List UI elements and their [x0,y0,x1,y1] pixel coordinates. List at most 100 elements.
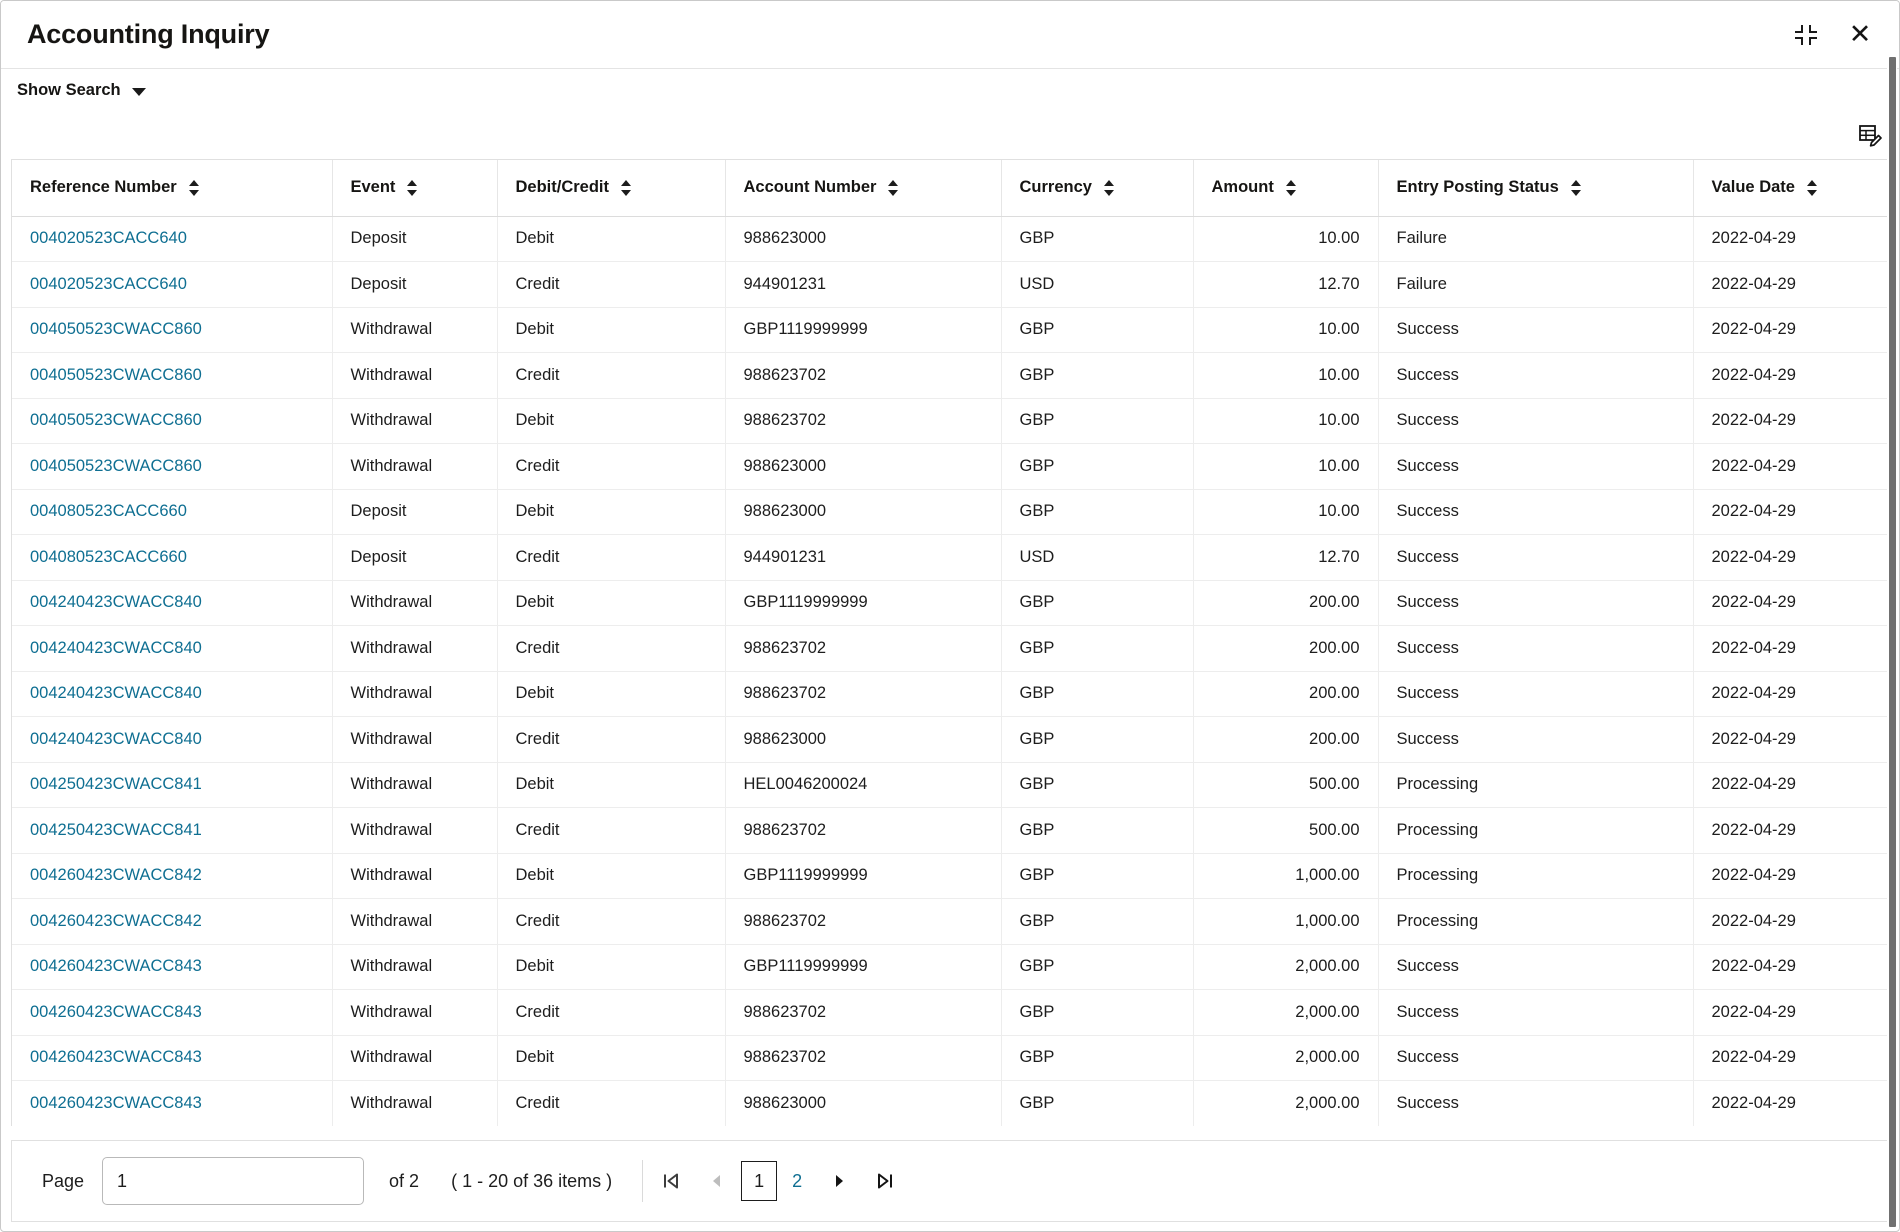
table-row: 004260423CWACC843 Withdrawal Debit 98862370… [12,1035,1890,1081]
cell-debit_credit: Credit [497,807,726,854]
cell-currency: GBP [1001,580,1194,626]
search-toggle-bar: Show Search [1,69,1899,111]
reference-number-link[interactable]: 004050523CWACC860 [30,457,202,475]
cell-event: Withdrawal [332,443,498,490]
table-row: 004050523CWACC860 Withdrawal Credit 9886237… [12,352,1890,399]
column-header-value_date[interactable]: Value Date [1693,160,1890,217]
reference-number-link[interactable]: 004050523CWACC860 [30,320,202,338]
reference-number-link[interactable]: 004260423CWACC843 [30,1048,202,1066]
cell-event: Withdrawal [332,898,498,945]
vertical-scrollbar-thumb[interactable] [1889,57,1896,1227]
sort-toggle-icon[interactable] [1806,179,1818,197]
reference-number-link[interactable]: 004260423CWACC842 [30,912,202,930]
column-header-debit_credit[interactable]: Debit/Credit [497,160,726,217]
cell-event: Withdrawal [332,625,498,672]
cell-debit_credit: Credit [497,261,726,308]
reference-number-link[interactable]: 004250423CWACC841 [30,821,202,839]
cell-currency: GBP [1001,443,1194,490]
cell-amount: 10.00 [1193,443,1379,490]
cell-account_number: 988623000 [725,716,1002,763]
cell-currency: GBP [1001,762,1194,808]
sort-toggle-icon[interactable] [1570,179,1582,197]
close-button[interactable]: ✕ [1843,18,1877,52]
cell-account_number: 944901231 [725,261,1002,308]
collapse-button[interactable] [1789,18,1823,52]
reference-number-link[interactable]: 004020523CACC640 [30,229,187,247]
cell-account_number: 988623702 [725,398,1002,444]
cell-value_date: 2022-04-29 [1693,853,1890,899]
sort-toggle-icon[interactable] [888,179,899,197]
reference-number-link[interactable]: 004240423CWACC840 [30,593,202,611]
reference-number-link[interactable]: 004240423CWACC840 [30,639,202,657]
page-number-2[interactable]: 2 [779,1161,815,1201]
cell-entry_posting_status: Processing [1378,853,1694,899]
cell-account_number: GBP1119999999 [725,580,1002,626]
table-row: 004080523CACC660 Deposit Debit 988623000 GBP… [12,489,1890,535]
reference-number-link[interactable]: 004020523CACC640 [30,275,187,293]
cell-event: Withdrawal [332,398,498,444]
column-header-label: Value Date [1711,178,1795,197]
cell-event: Deposit [332,534,498,581]
cell-reference_number: 004050523CWACC860 [12,398,333,444]
sort-toggle-icon[interactable] [188,179,200,197]
close-icon: ✕ [1848,19,1872,49]
sort-toggle-icon[interactable] [1285,179,1297,197]
page-input[interactable] [102,1157,365,1205]
cell-reference_number: 004240423CWACC840 [12,716,333,763]
show-search-toggle[interactable]: Show Search [11,77,152,104]
next-page-button[interactable] [817,1159,861,1203]
reference-number-link[interactable]: 004080523CACC660 [30,548,187,566]
reference-number-link[interactable]: 004260423CWACC843 [30,1094,202,1112]
cell-event: Withdrawal [332,853,498,899]
cell-debit_credit: Credit [497,352,726,399]
sort-toggle-icon[interactable] [1103,179,1115,197]
first-page-button[interactable] [649,1159,693,1203]
cell-amount: 12.70 [1193,261,1379,308]
table-row: 004240423CWACC840 Withdrawal Debit 98862370… [12,671,1890,717]
column-header-currency[interactable]: Currency [1001,160,1194,217]
column-header-event[interactable]: Event [332,160,498,217]
reference-number-link[interactable]: 004050523CWACC860 [30,366,202,384]
reference-number-link[interactable]: 004260423CWACC843 [30,1003,202,1021]
cell-event: Withdrawal [332,671,498,717]
reference-number-link[interactable]: 004260423CWACC842 [30,866,202,884]
page-number-1[interactable]: 1 [741,1161,778,1201]
cell-amount: 2,000.00 [1193,989,1379,1036]
column-header-account_number[interactable]: Account Number [725,160,1002,217]
column-header-label: Reference Number [30,178,177,197]
cell-event: Deposit [332,216,498,262]
column-header-entry_posting_status[interactable]: Entry Posting Status [1378,160,1694,217]
reference-number-link[interactable]: 004260423CWACC843 [30,957,202,975]
cell-account_number: GBP1119999999 [725,307,1002,353]
table-edit-icon[interactable] [1855,120,1885,150]
column-header-label: Debit/Credit [515,178,610,197]
cell-value_date: 2022-04-29 [1693,443,1890,490]
reference-number-link[interactable]: 004240423CWACC840 [30,730,202,748]
cell-debit_credit: Debit [497,398,726,444]
reference-number-link[interactable]: 004250423CWACC841 [30,775,202,793]
table-row: 004020523CACC640 Deposit Credit 944901231 US… [12,261,1890,308]
vertical-scrollbar[interactable] [1887,57,1897,1227]
reference-number-link[interactable]: 004240423CWACC840 [30,684,202,702]
cell-amount: 200.00 [1193,671,1379,717]
cell-reference_number: 004080523CACC660 [12,534,333,581]
column-header-reference_number[interactable]: Reference Number [12,160,333,217]
sort-toggle-icon[interactable] [621,179,632,197]
cell-reference_number: 004240423CWACC840 [12,625,333,672]
cell-currency: GBP [1001,625,1194,672]
reference-number-link[interactable]: 004050523CWACC860 [30,411,202,429]
table-row: 004260423CWACC843 Withdrawal Debit GBP11199… [12,944,1890,990]
cell-debit_credit: Debit [497,307,726,353]
sort-toggle-icon[interactable] [407,179,418,197]
reference-number-link[interactable]: 004080523CACC660 [30,502,187,520]
pagination-bar: Page of 2 ( 1 - 20 of 36 items ) 1 2 [11,1140,1889,1222]
cell-amount: 2,000.00 [1193,944,1379,990]
previous-page-button[interactable] [695,1159,739,1203]
cell-reference_number: 004260423CWACC843 [12,1035,333,1081]
column-header-amount[interactable]: Amount [1193,160,1379,217]
window-controls: ✕ [1789,18,1877,52]
last-page-button[interactable] [863,1159,907,1203]
table-header-row: Reference Number Event Debit/Credit Account… [12,160,1890,217]
cell-debit_credit: Debit [497,762,726,808]
cell-reference_number: 004260423CWACC843 [12,1080,333,1126]
